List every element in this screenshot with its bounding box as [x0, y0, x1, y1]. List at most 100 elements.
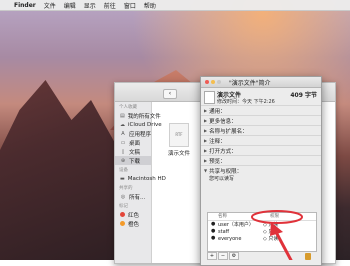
section-label: 打开方式： — [209, 148, 237, 155]
orange-tag-icon — [120, 221, 125, 226]
section-more-info[interactable]: ▶ 更多信息： — [201, 115, 321, 125]
sidebar-item-shared-all[interactable]: ◎ 所有... — [115, 192, 151, 201]
disclosure-triangle-icon: ▶ — [204, 128, 208, 133]
window-controls — [205, 80, 223, 84]
sidebar-item-label: iCloud Drive — [128, 121, 162, 128]
add-user-button[interactable]: + — [207, 252, 217, 260]
section-label: 名称与扩展名： — [209, 128, 248, 135]
permissions-table: 名称 权限 ● user（本用户） ◇ 只读 ● staff ◇ 只读 ● every… — [207, 212, 317, 252]
sidebar-item-downloads[interactable]: ⊕ 下载 — [115, 156, 151, 165]
section-label: 更多信息： — [209, 118, 237, 125]
section-general[interactable]: ▶ 通用： — [201, 105, 321, 115]
menu-app-finder[interactable]: Finder — [14, 2, 36, 9]
table-row[interactable]: ● everyone ◇ 只读 — [208, 235, 316, 243]
red-tag-icon — [120, 212, 125, 217]
get-info-window: "演示文件"简介 演示文件 409 字节 修改时间：今天 下午2:26 ▶ 通用：… — [200, 76, 322, 266]
sidebar-item-tag-red[interactable]: 红色 — [115, 210, 151, 219]
permission-user-name: staff — [218, 228, 230, 235]
sidebar-item-label: 所有... — [129, 194, 146, 201]
sidebar-item-label: 文稿 — [129, 149, 141, 156]
section-name-extension[interactable]: ▶ 名称与扩展名： — [201, 125, 321, 135]
everyone-icon: ● — [211, 235, 216, 241]
user-icon: ● — [211, 221, 216, 227]
sidebar-item-documents[interactable]: ▯ 文稿 — [115, 147, 151, 156]
menu-view[interactable]: 显示 — [84, 1, 96, 10]
sidebar-item-label: 下载 — [129, 158, 141, 165]
menu-help[interactable]: 帮助 — [144, 1, 156, 10]
lock-icon[interactable] — [305, 253, 311, 260]
disclosure-triangle-icon: ▶ — [204, 148, 208, 153]
disclosure-triangle-icon: ▶ — [204, 118, 208, 123]
gear-icon[interactable]: ⚙ — [229, 252, 239, 260]
minimize-icon[interactable] — [211, 80, 215, 84]
zoom-icon[interactable] — [217, 80, 221, 84]
file-document-icon — [204, 91, 215, 104]
disclosure-triangle-icon: ▶ — [204, 138, 208, 143]
permissions-toolbar: + − ⚙ — [207, 252, 240, 260]
section-label: 通用： — [209, 108, 226, 115]
disk-icon: ▬ — [120, 175, 125, 182]
menu-go[interactable]: 前往 — [104, 1, 116, 10]
section-label: 预览： — [209, 158, 226, 165]
sidebar-item-label: 我的所有文件 — [127, 113, 161, 120]
sharing-note: 您可以读写 — [209, 176, 235, 182]
desktop-icon: ▭ — [120, 139, 126, 146]
disclosure-triangle-icon: ▶ — [204, 108, 208, 113]
disclosure-triangle-open-icon: ▼ — [204, 168, 208, 173]
sidebar-item-applications[interactable]: A 应用程序 — [115, 129, 151, 138]
sidebar-item-label: 应用程序 — [128, 131, 151, 138]
sidebar-section-shared: 共享的 — [119, 186, 133, 191]
network-icon: ◎ — [120, 193, 126, 200]
sidebar-item-macintosh-hd[interactable]: ▬ Macintosh HD — [115, 174, 166, 183]
permission-user-name: user（本用户） — [218, 222, 254, 228]
group-icon: ● — [211, 228, 216, 234]
back-button[interactable]: ‹ — [163, 89, 177, 99]
permissions-header: 名称 权限 — [208, 213, 316, 221]
table-row[interactable]: ● staff ◇ 只读 — [208, 228, 316, 236]
column-name-header[interactable]: 名称 — [208, 213, 270, 220]
close-icon[interactable] — [205, 80, 209, 84]
sidebar-item-desktop[interactable]: ▭ 桌面 — [115, 138, 151, 147]
privilege-select[interactable]: ◇ 只读 — [263, 235, 278, 242]
document-icon: ▯ — [121, 148, 125, 155]
sidebar-item-all-files[interactable]: ▤ 我的所有文件 — [115, 111, 161, 120]
section-label: 注释： — [209, 138, 226, 145]
menu-bar: Finder 文件 编辑 显示 前往 窗口 帮助 — [0, 0, 350, 11]
disclosure-triangle-icon: ▶ — [204, 158, 208, 163]
cloud-icon: ☁ — [120, 121, 125, 128]
info-file-size: 409 字节 — [290, 92, 317, 99]
download-icon: ⊕ — [120, 157, 126, 164]
permission-user-name: everyone — [218, 235, 242, 242]
column-privilege-header[interactable]: 权限 — [270, 213, 279, 220]
finder-sidebar: 个人收藏 ▤ 我的所有文件 ☁ iCloud Drive A 应用程序 ▭ 桌面 ▯ 文稿… — [115, 102, 166, 263]
menu-window[interactable]: 窗口 — [124, 1, 136, 10]
sidebar-item-label: Macintosh HD — [127, 175, 166, 182]
sidebar-item-tag-orange[interactable]: 橙色 — [115, 219, 151, 228]
info-window-title: "演示文件"简介 — [229, 80, 271, 87]
info-modified-time: 修改时间：今天 下午2:26 — [217, 99, 275, 105]
menu-file[interactable]: 文件 — [44, 1, 56, 10]
section-open-with[interactable]: ▶ 打开方式： — [201, 145, 321, 155]
section-sharing-permissions[interactable]: ▼ 共享与权限： — [201, 165, 321, 175]
menu-edit[interactable]: 编辑 — [64, 1, 76, 10]
sidebar-section-tags: 标记 — [119, 204, 128, 209]
section-label: 共享与权限： — [209, 168, 243, 175]
sidebar-section-favorites: 个人收藏 — [119, 105, 137, 110]
file-item[interactable]: RTF 演示文件 — [167, 123, 191, 157]
section-comments[interactable]: ▶ 注释： — [201, 135, 321, 145]
applications-icon: A — [121, 130, 125, 137]
sidebar-item-label: 橙色 — [128, 221, 140, 228]
remove-user-button[interactable]: − — [218, 252, 228, 260]
privilege-select[interactable]: ◇ 只读 — [263, 221, 278, 228]
all-files-icon: ▤ — [120, 112, 125, 119]
table-row[interactable]: ● user（本用户） ◇ 只读 — [208, 221, 316, 229]
sidebar-section-devices: 设备 — [119, 168, 128, 173]
file-name-label: 演示文件 — [167, 151, 190, 157]
info-sections: ▶ 通用： ▶ 更多信息： ▶ 名称与扩展名： ▶ 注释： ▶ 打开方式： ▶ 预览： ▼ 共… — [201, 105, 321, 183]
privilege-select[interactable]: ◇ 只读 — [263, 228, 278, 235]
info-title-bar: "演示文件"简介 — [201, 77, 321, 88]
section-preview[interactable]: ▶ 预览： — [201, 155, 321, 165]
sidebar-item-label: 红色 — [128, 212, 140, 219]
rtf-document-icon: RTF — [169, 123, 189, 147]
sidebar-item-icloud[interactable]: ☁ iCloud Drive — [115, 120, 162, 129]
